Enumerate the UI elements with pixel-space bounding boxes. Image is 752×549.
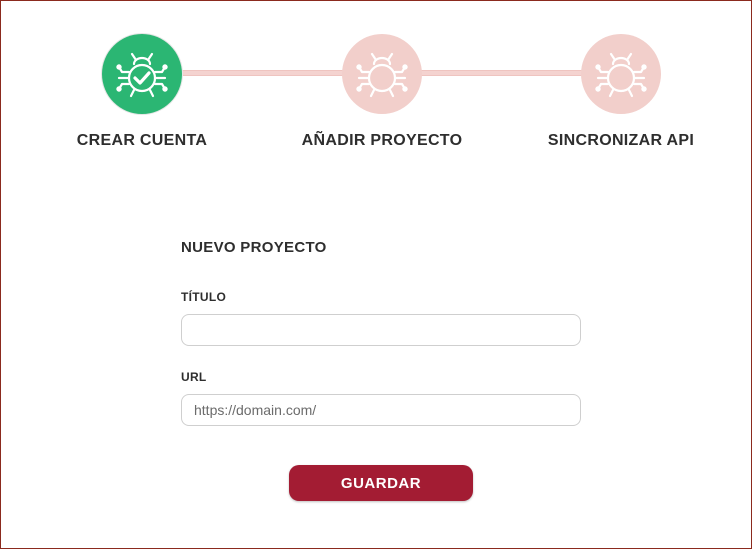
- bug-check-icon: [116, 52, 168, 98]
- bug-icon: [595, 52, 647, 98]
- save-button[interactable]: GUARDAR: [289, 465, 473, 501]
- step-3-label: SINCRONIZAR API: [547, 132, 695, 149]
- step-connector-2: [421, 70, 583, 76]
- url-label: URL: [181, 370, 207, 384]
- step-1-circle: [102, 34, 182, 114]
- step-1-label: CREAR CUENTA: [76, 132, 208, 149]
- step-3-circle: [581, 34, 661, 114]
- titulo-label: TÍTULO: [181, 290, 227, 304]
- titulo-input[interactable]: [181, 314, 581, 346]
- app-frame: CREAR CUENTA AÑADIR PROYECTO SINCRONIZAR…: [0, 0, 752, 549]
- url-input[interactable]: [181, 394, 581, 426]
- progress-stepper: CREAR CUENTA AÑADIR PROYECTO SINCRONIZAR…: [1, 1, 751, 161]
- step-2-label: AÑADIR PROYECTO: [301, 132, 463, 149]
- bug-icon: [356, 52, 408, 98]
- step-2-circle: [342, 34, 422, 114]
- form-title: NUEVO PROYECTO: [181, 239, 327, 256]
- step-connector-1: [181, 70, 343, 76]
